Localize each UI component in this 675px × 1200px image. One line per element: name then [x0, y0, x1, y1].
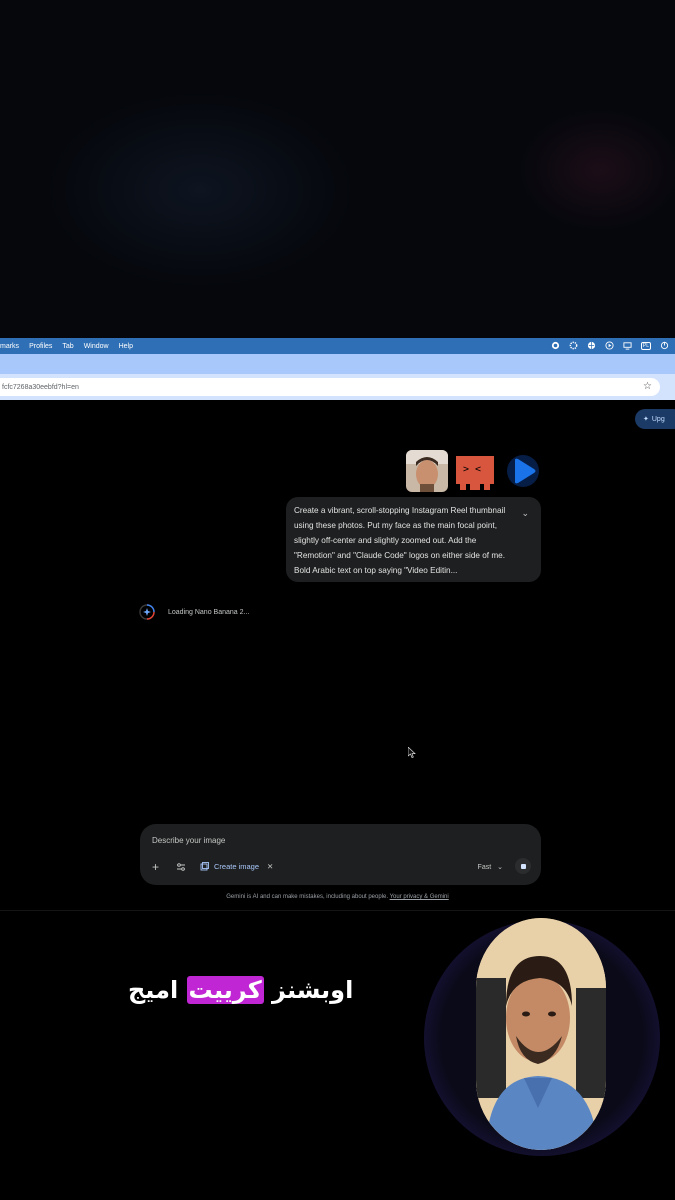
record-icon[interactable]	[551, 341, 560, 350]
video-top-background	[0, 0, 675, 338]
presenter-portrait	[476, 918, 606, 1150]
webcam-presenter	[476, 918, 606, 1150]
add-attachment-icon[interactable]: +	[152, 860, 159, 874]
loading-text: Loading Nano Banana 2...	[168, 608, 250, 616]
gemini-spinner-icon	[139, 604, 155, 620]
attached-photo-face[interactable]	[406, 450, 448, 492]
privacy-link[interactable]: Your privacy & Gemini	[390, 894, 449, 900]
user-prompt-bubble: Create a vibrant, scroll-stopping Instag…	[286, 497, 541, 582]
mode-selector[interactable]: Fast ⌄	[478, 863, 503, 871]
browser-tab-strip	[0, 354, 675, 374]
caption-part-2: اميج	[128, 976, 187, 1004]
mac-menubar: marks Profiles Tab Window Help PL	[0, 338, 675, 354]
describe-image-input[interactable]: Describe your image	[152, 836, 225, 845]
display-icon[interactable]	[623, 341, 632, 350]
globe-icon[interactable]	[587, 341, 596, 350]
disclaimer-text: Gemini is AI and can make mistakes, incl…	[226, 894, 389, 900]
mouse-cursor-icon	[408, 747, 416, 758]
gemini-page: ✦ Upg > < Create a vibrant, scroll-stopp…	[0, 400, 675, 911]
arabic-caption: اوبشنز كرييت اميج	[128, 976, 353, 1004]
power-icon[interactable]	[660, 341, 669, 350]
create-image-chip[interactable]: Create image ✕	[200, 862, 273, 871]
mode-label: Fast	[477, 864, 492, 871]
menu-profiles[interactable]: Profiles	[29, 343, 52, 350]
upgrade-button[interactable]: ✦ Upg	[635, 409, 675, 429]
attached-remotion-logo[interactable]: > <	[454, 450, 496, 492]
menu-window[interactable]: Window	[84, 343, 109, 350]
tools-icon[interactable]	[176, 862, 186, 872]
screen-bottom-edge	[0, 910, 675, 911]
remove-chip-icon[interactable]: ✕	[267, 862, 273, 871]
menu-help[interactable]: Help	[119, 343, 133, 350]
menubar-status-area: PL	[551, 341, 669, 350]
caption-part-1: اوبشنز	[263, 976, 354, 1004]
menu-tab[interactable]: Tab	[62, 343, 73, 350]
expand-chevron-icon[interactable]: ⌄	[521, 506, 529, 521]
address-bar[interactable]: fcfc7268a30eebfd?hl=en ☆	[0, 378, 660, 396]
stop-generation-button[interactable]	[515, 858, 531, 874]
svg-text:> <: > <	[463, 464, 481, 475]
play-icon[interactable]	[605, 341, 614, 350]
gear-icon[interactable]	[569, 341, 578, 350]
image-icon	[200, 862, 209, 871]
prompt-composer[interactable]: Describe your image + Create image ✕ Fas…	[140, 824, 541, 885]
keyboard-layout-icon[interactable]: PL	[640, 341, 651, 350]
sparkle-icon: ✦	[643, 416, 649, 423]
chevron-down-icon: ⌄	[497, 864, 503, 871]
caption-highlight: كرييت	[186, 976, 264, 1004]
create-image-label: Create image	[214, 862, 260, 871]
prompt-text: Create a vibrant, scroll-stopping Instag…	[294, 506, 506, 575]
disclaimer: Gemini is AI and can make mistakes, incl…	[0, 894, 675, 900]
stop-icon	[520, 863, 526, 869]
browser-toolbar: fcfc7268a30eebfd?hl=en ☆	[0, 374, 675, 400]
bookmark-star-icon[interactable]: ☆	[643, 381, 652, 392]
url-text: fcfc7268a30eebfd?hl=en	[2, 383, 79, 391]
attached-blue-play-logo[interactable]	[502, 450, 544, 492]
menu-bookmarks[interactable]: marks	[0, 343, 19, 350]
loading-status: Loading Nano Banana 2...	[138, 603, 249, 621]
upgrade-label: Upg	[651, 415, 665, 423]
attached-images: > <	[406, 450, 544, 492]
